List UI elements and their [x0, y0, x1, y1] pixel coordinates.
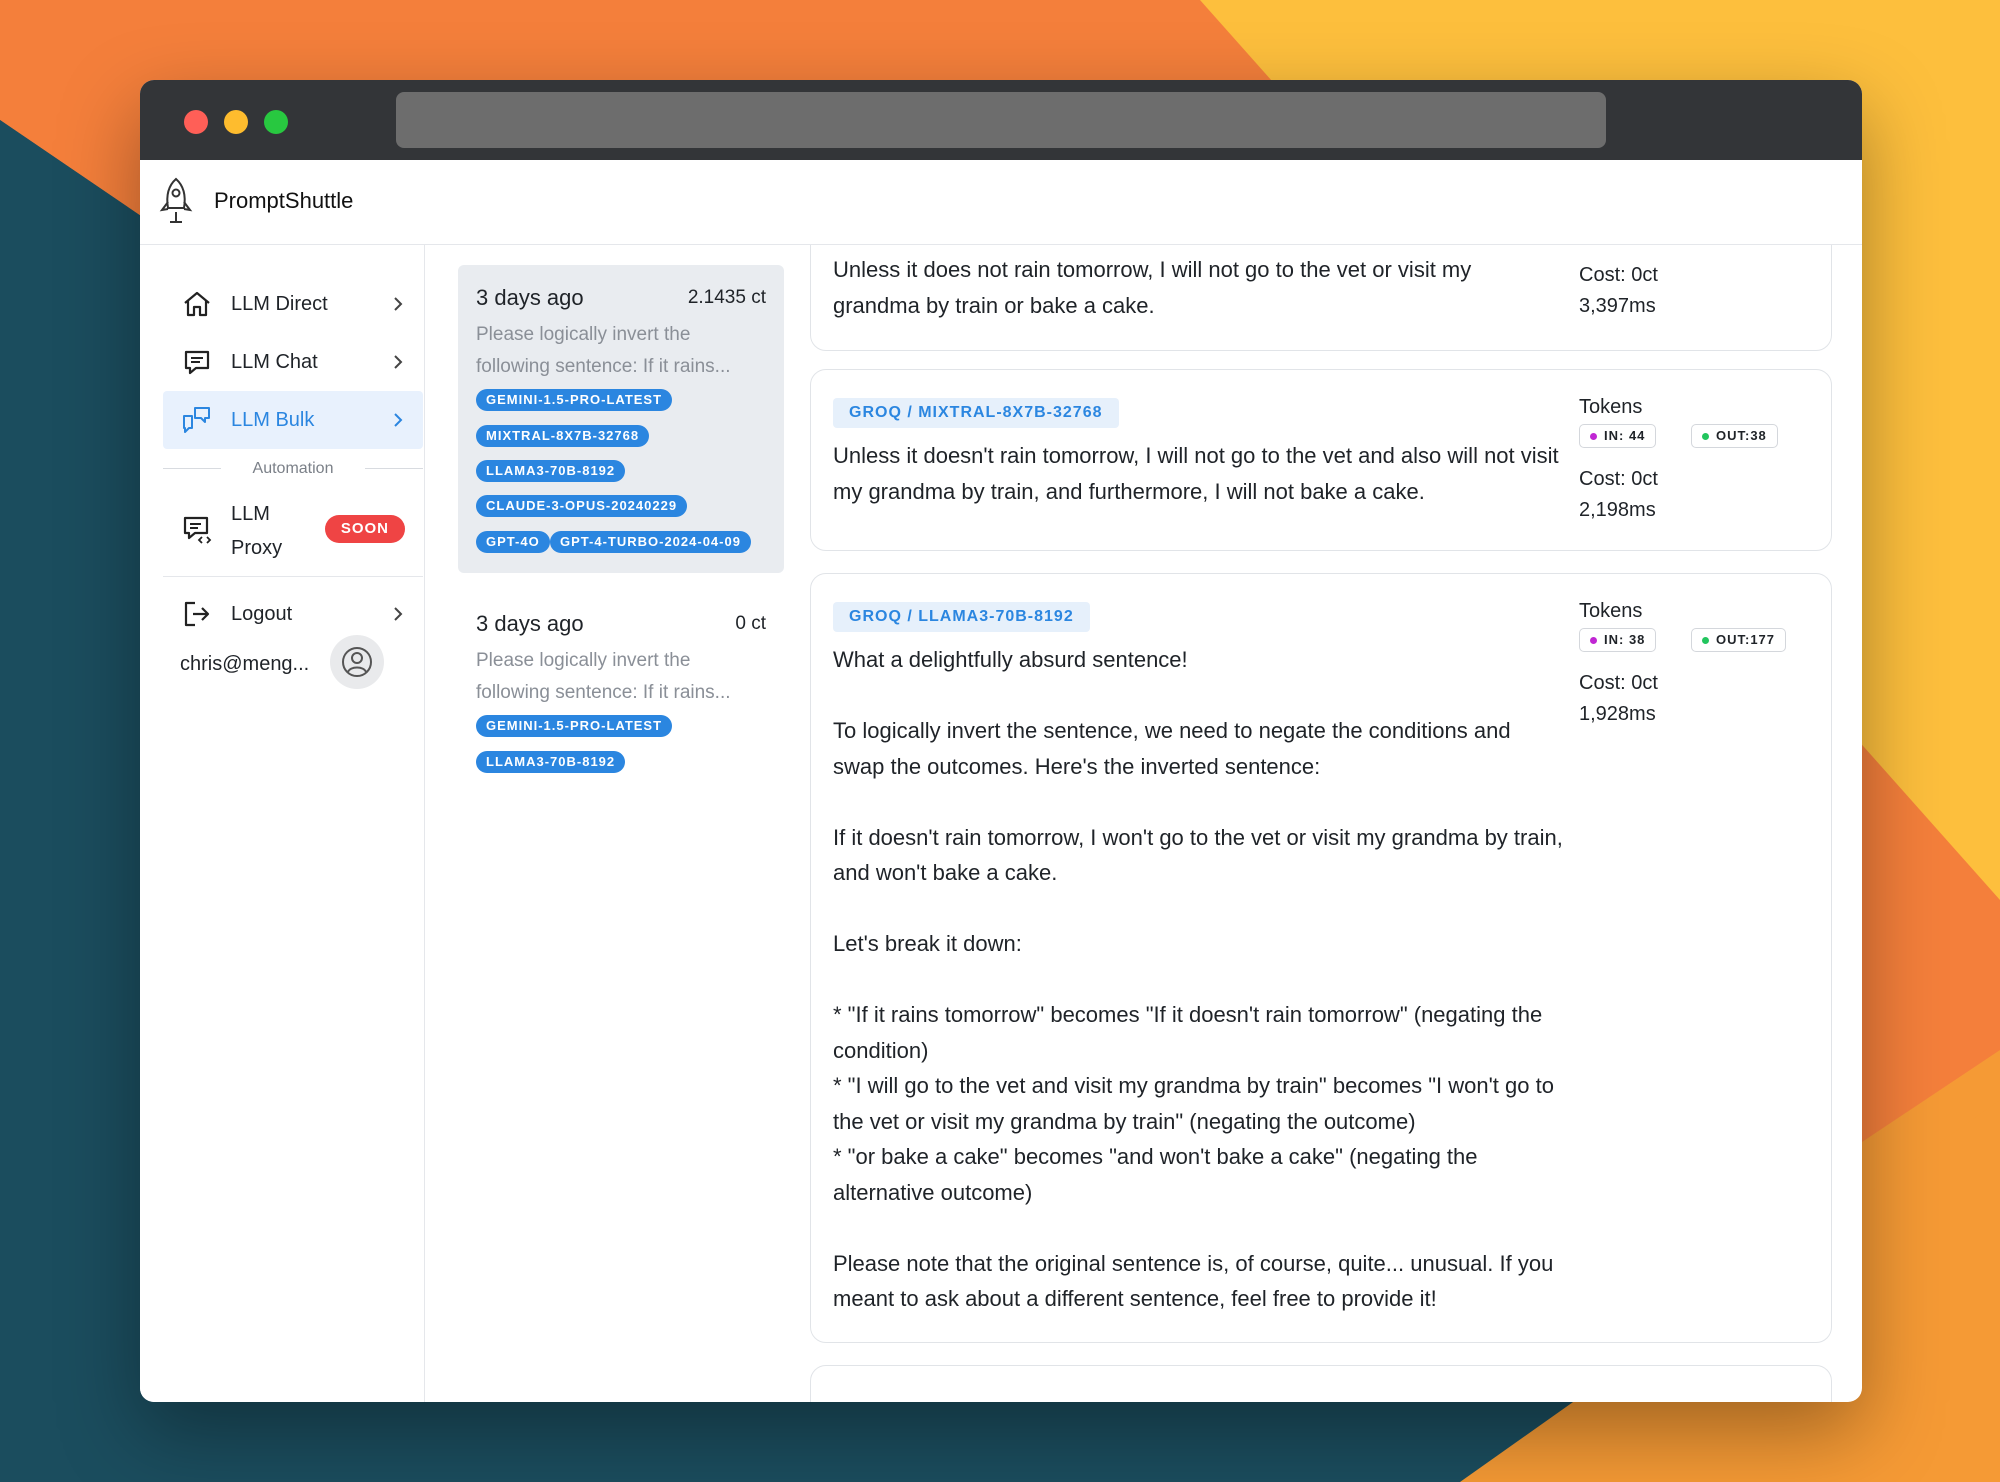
- tokens-out-badge: OUT:177: [1691, 628, 1787, 652]
- sidebar-item-llm-chat[interactable]: LLM Chat: [163, 333, 423, 391]
- sidebar-item-llm-proxy[interactable]: LLM Proxy SOON: [163, 491, 423, 567]
- tokens-out-value: OUT:38: [1716, 428, 1767, 443]
- sidebar: LLM Direct LLM Chat LLM Bulk Automation: [140, 245, 425, 1402]
- model-chip: LLAMA3-70B-8192: [476, 460, 626, 482]
- tokens-label: Tokens: [1579, 600, 1643, 622]
- model-chip: GEMINI-1.5-PRO-LATEST: [476, 715, 673, 737]
- sidebar-item-llm-direct[interactable]: LLM Direct: [163, 275, 423, 333]
- model-chip: GPT-4O: [476, 531, 550, 553]
- model-tag: GROQ / LLAMA3-70B-8192: [833, 602, 1090, 632]
- duration-value: 2,198ms: [1579, 499, 1656, 521]
- result-card: GROQ / LLAMA3-70B-8192 What a delightful…: [810, 573, 1832, 1343]
- tokens-in-value: IN: 44: [1604, 428, 1646, 443]
- tokens-out-value: OUT:177: [1716, 632, 1776, 647]
- user-icon: [342, 647, 372, 677]
- in-dot-icon: [1590, 433, 1597, 440]
- result-cost: Cost: 0ct 1,928ms: [1579, 668, 1658, 730]
- close-window-button[interactable]: [184, 110, 208, 134]
- user-email: chris@meng...: [180, 653, 310, 675]
- model-tag: GROQ / MIXTRAL-8X7B-32768: [833, 398, 1119, 428]
- history-snippet: Please logically invert the following se…: [476, 650, 731, 703]
- avatar[interactable]: [330, 635, 384, 689]
- address-bar[interactable]: [396, 92, 1606, 148]
- tokens-in-badge: IN: 38: [1579, 628, 1657, 652]
- history-cost: 2.1435 ct: [687, 287, 766, 308]
- chat-icon: [184, 350, 210, 375]
- tokens-in-badge: IN: 44: [1579, 424, 1657, 448]
- model-chip: MIXTRAL-8X7B-32768: [476, 425, 650, 447]
- cost-value: Cost: 0ct: [1579, 468, 1658, 490]
- model-chip: GPT-4-TURBO-2024-04-09: [550, 531, 751, 553]
- divider: [163, 576, 423, 577]
- sidebar-item-label: LLM Bulk: [231, 408, 315, 431]
- maximize-window-button[interactable]: [264, 110, 288, 134]
- logout-icon: [184, 601, 210, 627]
- proxy-chat-icon: [183, 516, 212, 544]
- soon-badge: SOON: [324, 515, 405, 543]
- result-text: Unless it does not rain tomorrow, I will…: [833, 257, 1478, 318]
- cost-value: Cost: 0ct: [1579, 672, 1658, 694]
- chevron-right-icon: [394, 355, 403, 369]
- sidebar-item-label: LLM Proxy: [231, 503, 283, 559]
- history-item[interactable]: 3 days ago 0 ct Please logically invert …: [458, 591, 784, 791]
- model-chip: CLAUDE-3-OPUS-20240229: [476, 495, 688, 517]
- history-snippet: Please logically invert the following se…: [476, 324, 731, 377]
- sidebar-item-llm-bulk[interactable]: LLM Bulk: [163, 391, 423, 449]
- history-date: 3 days ago: [476, 285, 584, 310]
- history-list: 3 days ago 2.1435 ct Please logically in…: [458, 245, 798, 1402]
- bulk-chat-icon: [183, 407, 210, 433]
- minimize-window-button[interactable]: [224, 110, 248, 134]
- chevron-right-icon: [394, 297, 403, 311]
- app-title: PromptShuttle: [214, 188, 354, 213]
- rocket-logo-icon: [159, 177, 193, 223]
- history-date: 3 days ago: [476, 611, 584, 636]
- duration-value: 3,397ms: [1579, 295, 1656, 317]
- sidebar-item-label: Logout: [231, 602, 293, 625]
- result-card: [810, 1365, 1832, 1402]
- sidebar-item-label: LLM Direct: [231, 292, 328, 315]
- section-label-automation: Automation: [163, 457, 423, 481]
- result-text: What a delightfully absurd sentence! To …: [833, 647, 1563, 1311]
- result-card: Unless it does not rain tomorrow, I will…: [810, 245, 1832, 351]
- result-text: Unless it doesn't rain tomorrow, I will …: [833, 443, 1565, 504]
- model-chip: GEMINI-1.5-PRO-LATEST: [476, 389, 673, 411]
- result-cost: Cost: 0ct 2,198ms: [1579, 464, 1658, 526]
- window-titlebar: [140, 80, 1862, 160]
- duration-value: 1,928ms: [1579, 703, 1656, 725]
- sidebar-item-logout[interactable]: Logout: [163, 585, 423, 643]
- out-dot-icon: [1702, 637, 1709, 644]
- sidebar-item-label: LLM Chat: [231, 350, 318, 373]
- cost-value: Cost: 0ct: [1579, 264, 1658, 286]
- chevron-right-icon: [394, 607, 403, 621]
- browser-window: PromptShuttle LLM Direct LLM Chat LLM Bu…: [140, 80, 1862, 1402]
- tokens-out-badge: OUT:38: [1691, 424, 1778, 448]
- tokens-label: Tokens: [1579, 396, 1643, 418]
- app-header: PromptShuttle: [140, 160, 1862, 245]
- chevron-right-icon: [394, 413, 403, 427]
- model-chip: LLAMA3-70B-8192: [476, 751, 626, 773]
- in-dot-icon: [1590, 637, 1597, 644]
- out-dot-icon: [1702, 433, 1709, 440]
- results-panel: Unless it does not rain tomorrow, I will…: [810, 245, 1862, 1402]
- history-item[interactable]: 3 days ago 2.1435 ct Please logically in…: [458, 265, 784, 573]
- tokens-in-value: IN: 38: [1604, 632, 1646, 647]
- result-cost: Cost: 0ct 3,397ms: [1579, 260, 1658, 322]
- history-cost: 0 ct: [735, 613, 766, 634]
- result-card: GROQ / MIXTRAL-8X7B-32768 Unless it does…: [810, 369, 1832, 551]
- home-icon: [184, 291, 210, 317]
